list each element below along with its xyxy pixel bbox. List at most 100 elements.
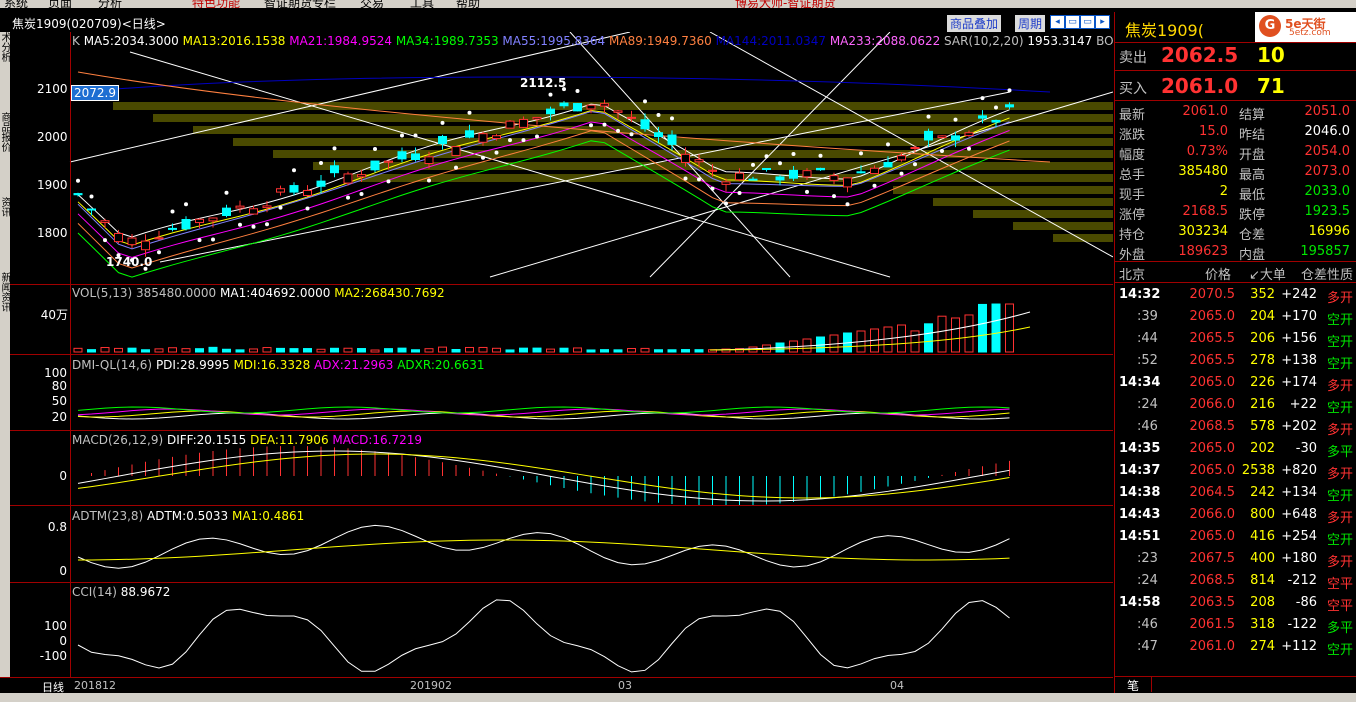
indicator-value: MA55:1995.8364 [502, 34, 610, 48]
candle-body [532, 116, 542, 120]
sar-dot [89, 194, 94, 199]
candle-body [964, 132, 974, 137]
nav-zoom-out-icon[interactable]: ▭ [1080, 15, 1095, 29]
volume-bar [640, 347, 650, 353]
sar-dot [211, 237, 215, 242]
vol-y-label: 40万 [40, 308, 68, 322]
chart-titlebar: 焦炭1909(020709)<日线> 商品叠加 周期 ◂ ▭ ▭ ▸ [0, 12, 1112, 32]
instrument-name: 焦炭1909( [1125, 21, 1204, 40]
volume-bar [73, 347, 83, 353]
indicator-value: VOL(5,13) 385480.0000 [72, 286, 221, 300]
candle-body [276, 188, 285, 193]
stat-value: 2 [1219, 184, 1228, 199]
nav-zoom-in-icon[interactable]: ▭ [1065, 15, 1080, 29]
adtm-indicator-legend: ADTM(23,8) ADTM:0.5033 MA1:0.4861 [72, 509, 304, 523]
tick-price: 2067.5 [1189, 551, 1236, 566]
sar-dot [697, 177, 701, 182]
menu-item-analysis[interactable]: 分析 [98, 0, 122, 8]
sar-dot [778, 161, 782, 166]
indicator-value: MA5:2034.3000 [83, 34, 183, 48]
tick-header-nature: 性质 [1327, 268, 1354, 283]
adtm-line [77, 524, 1010, 569]
indicator-value: MA34:1989.7353 [395, 34, 503, 48]
volume-bar [627, 348, 636, 353]
left-tab-info[interactable]: 资讯 [0, 197, 10, 217]
menu-item-system[interactable]: 系统 [4, 0, 28, 8]
period-button[interactable]: 周期 [1015, 15, 1046, 32]
volume-bar [654, 349, 663, 353]
dmi-y-label: 100 [44, 366, 67, 380]
menu-item-help[interactable]: 帮助 [456, 0, 480, 8]
candle-body [613, 110, 623, 113]
sar-dot [791, 152, 796, 157]
volume-bar [87, 349, 96, 353]
panel-divider [10, 354, 1113, 355]
logo-subtext: 5etz.com [1289, 28, 1331, 38]
tick-volume: 416 [1250, 529, 1275, 544]
tick-oi: -86 [1295, 595, 1317, 610]
candle-body [735, 172, 744, 181]
volume-bar [1005, 303, 1014, 353]
tab-ticks[interactable]: 笔 [1115, 677, 1152, 693]
divider [1115, 70, 1356, 71]
nav-left-icon[interactable]: ◂ [1050, 15, 1065, 29]
left-tab-news[interactable]: 新闻资讯 [0, 272, 10, 312]
sar-dot [575, 88, 580, 93]
nav-right-icon[interactable]: ▸ [1095, 15, 1110, 29]
taskbar [0, 693, 1356, 702]
sar-dot [872, 183, 877, 188]
candle-body [978, 115, 987, 119]
buy-price[interactable]: 2061.0 [1161, 74, 1238, 98]
chart-area[interactable]: K MA5:2034.3000 MA13:2016.1538 MA21:1984… [10, 32, 1185, 692]
sar-dot [427, 178, 431, 183]
menu-item-tools[interactable]: 工具 [410, 0, 434, 8]
sell-price[interactable]: 2062.5 [1161, 43, 1238, 67]
sar-dot [332, 146, 337, 151]
stat-value: 2046.0 [1304, 124, 1351, 139]
sar-dot [602, 122, 607, 127]
volume-profile-bar [893, 186, 1113, 194]
indicator-value: MA89:1949.7360 [609, 34, 716, 48]
volume-bar [546, 348, 555, 353]
sar-dot [251, 224, 256, 229]
sar-dot [305, 206, 310, 211]
tick-oi: +134 [1281, 485, 1317, 500]
tick-header-bigorder[interactable]: ↙大单 [1249, 264, 1286, 283]
stat-label: 跌停 [1239, 208, 1266, 223]
tick-oi: -30 [1295, 441, 1317, 456]
candle-body [910, 147, 920, 150]
candle-body [492, 135, 501, 140]
overlay-button[interactable]: 商品叠加 [947, 15, 1002, 32]
volume-bar [303, 348, 312, 353]
menu-item-features[interactable]: 特色功能 [192, 0, 240, 8]
volume-bar [249, 348, 258, 353]
candle-body [924, 130, 933, 141]
tick-price: 2065.0 [1189, 375, 1236, 390]
menu-item-trade[interactable]: 交易 [360, 0, 384, 8]
tick-volume: 578 [1250, 419, 1275, 434]
volume-bar [438, 346, 447, 353]
dmi-y-label: 80 [51, 379, 67, 393]
left-tab-quote[interactable]: 商品报价 [0, 112, 10, 152]
adtm-y-label: 0.8 [47, 520, 67, 534]
stat-label: 最高 [1239, 168, 1266, 183]
tick-time: :47 [1137, 639, 1158, 654]
menu-item-column[interactable]: 智证期货专栏 [264, 0, 336, 8]
sar-dot [157, 250, 161, 255]
sar-dot [454, 165, 458, 170]
tick-oi: +156 [1281, 331, 1317, 346]
tick-price: 2068.5 [1189, 419, 1236, 434]
tick-time: :24 [1137, 573, 1158, 588]
menu-item-page[interactable]: 页面 [48, 0, 72, 8]
volume-bar [114, 347, 123, 353]
sar-dot [751, 162, 755, 167]
indicator-value: ADTM:0.5033 [147, 509, 233, 523]
tick-oi: +112 [1281, 639, 1317, 654]
indicator-value: MA2:268430.7692 [334, 286, 445, 300]
tick-volume: 800 [1250, 507, 1275, 522]
candle-body [802, 170, 812, 178]
volume-bar [168, 347, 177, 353]
indicator-value: DIFF:20.1515 [166, 433, 251, 447]
candle-body [762, 168, 771, 171]
tick-nature: 空开 [1326, 643, 1353, 658]
